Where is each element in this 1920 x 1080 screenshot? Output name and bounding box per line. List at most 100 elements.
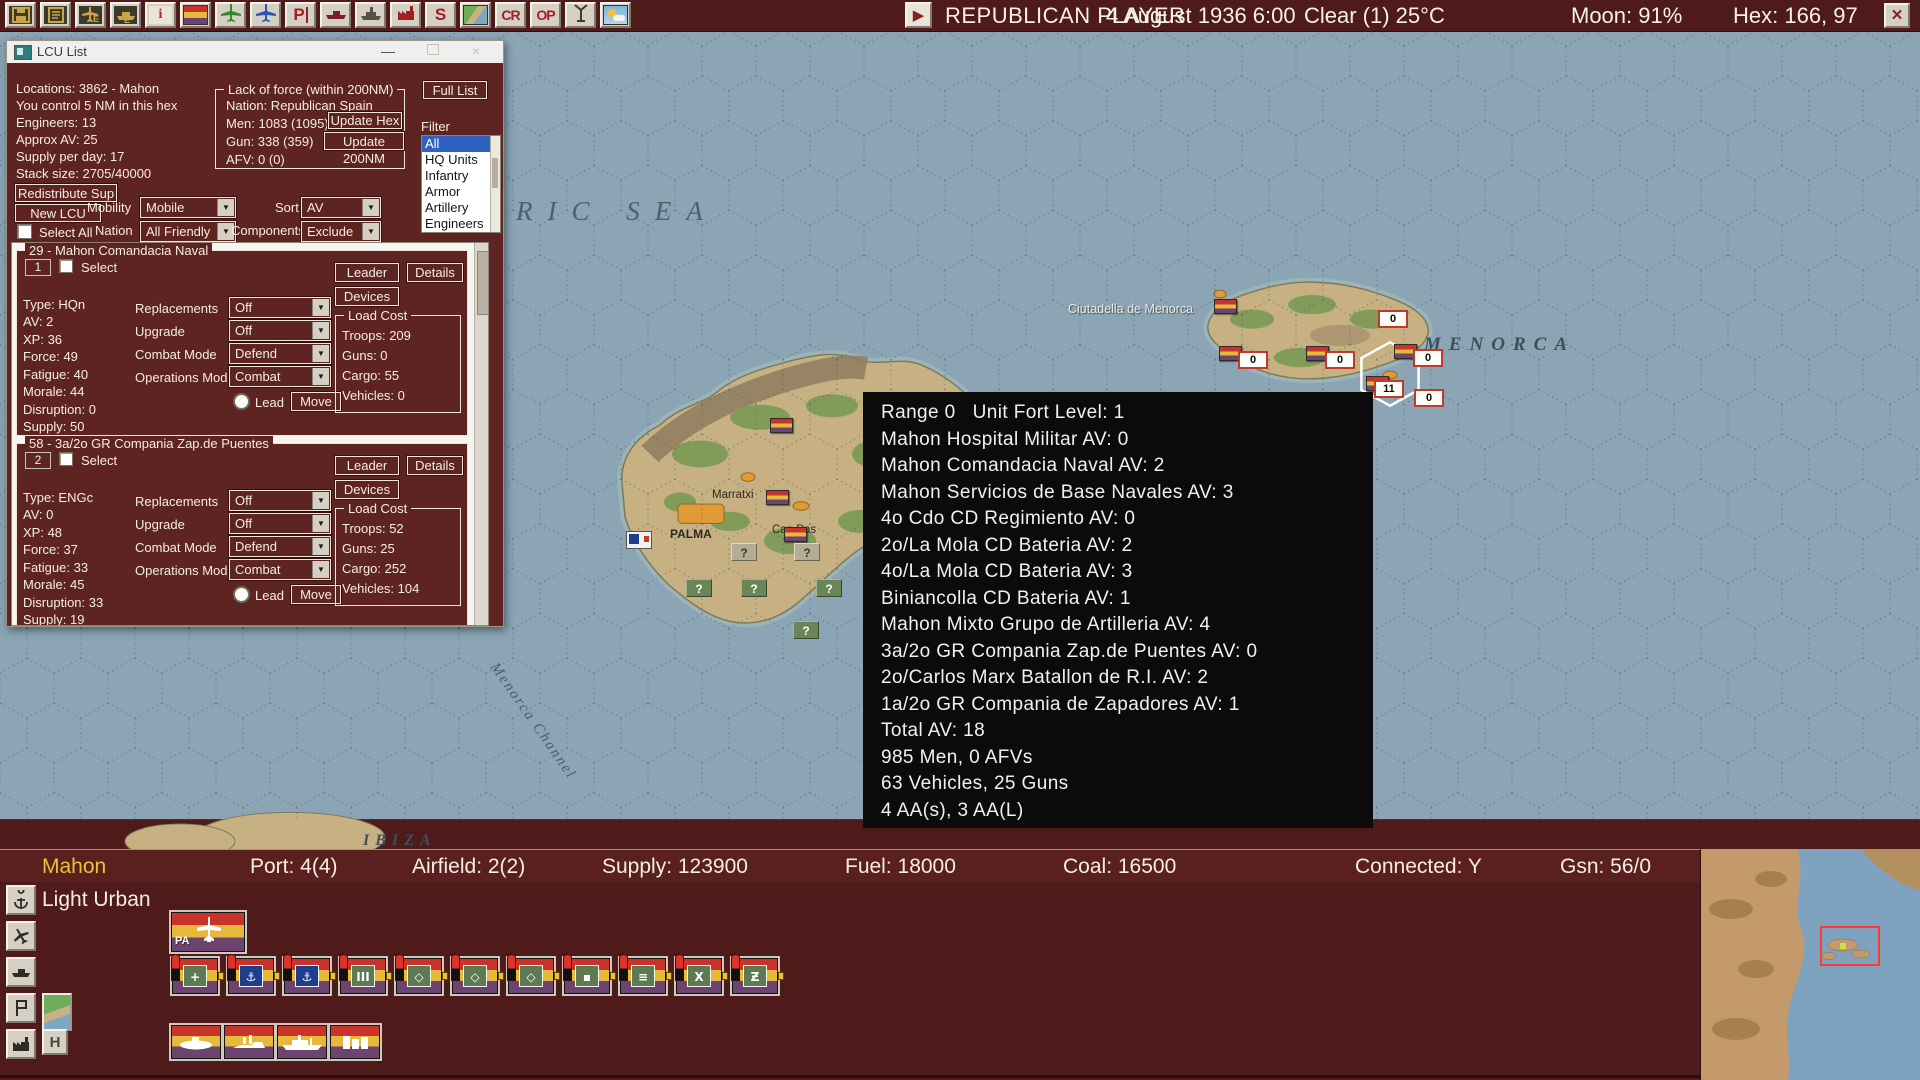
hq-button[interactable]: H <box>42 1029 68 1055</box>
ground-unit-counter[interactable]: III <box>340 958 386 994</box>
ground-unit-counter[interactable]: ◇ <box>396 958 442 994</box>
update-hex-button[interactable]: Update Hex <box>328 112 402 129</box>
turn-play-button[interactable]: ▶ <box>905 2 932 28</box>
toolbar-info-button[interactable]: i <box>145 2 176 28</box>
ground-unit-counter[interactable]: ⚓ <box>228 958 274 994</box>
chevron-down-icon[interactable]: ▼ <box>312 322 329 339</box>
chevron-down-icon[interactable]: ▼ <box>312 368 329 385</box>
sort-dropdown[interactable]: AV▼ <box>301 197 381 218</box>
toolbar-orders-button[interactable] <box>40 2 71 28</box>
ship-counter[interactable] <box>224 1025 274 1059</box>
move-button[interactable]: Move <box>291 585 341 604</box>
map-av-counter[interactable]: 0 <box>1413 349 1443 367</box>
upgrade-dropdown[interactable]: Off▼ <box>229 320 331 341</box>
select-all-checkbox[interactable] <box>17 224 32 239</box>
map-unknown-unit[interactable]: ? <box>731 543 757 561</box>
chevron-down-icon[interactable]: ▼ <box>312 561 329 578</box>
lead-radio[interactable] <box>233 393 250 410</box>
map-unknown-unit[interactable]: ? <box>686 579 712 597</box>
map-unit-flag[interactable] <box>1214 299 1237 314</box>
toolbar-weather-button[interactable] <box>600 2 631 28</box>
chevron-down-icon[interactable]: ▼ <box>362 223 379 240</box>
toolbar-air-units-button[interactable] <box>215 2 246 28</box>
map-av-counter-selected[interactable]: 11 <box>1374 380 1404 398</box>
toolbar-ship-transfer-button[interactable]: E <box>110 2 141 28</box>
replacements-dropdown[interactable]: Off▼ <box>229 490 331 511</box>
full-list-button[interactable]: Full List <box>423 81 487 99</box>
ground-unit-counter[interactable]: ≡ <box>620 958 666 994</box>
update-200nm-button[interactable]: Update 200NM <box>324 132 404 150</box>
map-unknown-unit[interactable]: ? <box>741 579 767 597</box>
filter-listbox[interactable]: All HQ Units Infantry Armor Artillery En… <box>421 135 501 233</box>
toolbar-air-transfer-button[interactable]: E <box>75 2 106 28</box>
combat-mode-dropdown[interactable]: Defend▼ <box>229 343 331 364</box>
unit-list-scrollbar[interactable] <box>474 243 489 626</box>
map-av-counter[interactable]: 0 <box>1414 389 1444 407</box>
map-unknown-unit[interactable]: ? <box>816 579 842 597</box>
components-dropdown[interactable]: Exclude▼ <box>301 221 381 242</box>
filter-item-infantry[interactable]: Infantry <box>422 168 500 184</box>
ground-unit-counter[interactable]: ◇ <box>508 958 554 994</box>
unit-select-checkbox[interactable] <box>59 259 73 273</box>
ground-unit-counter[interactable]: + <box>172 958 218 994</box>
ship-counter[interactable] <box>330 1025 380 1059</box>
chevron-down-icon[interactable]: ▼ <box>312 299 329 316</box>
devices-button[interactable]: Devices <box>335 287 399 306</box>
chevron-down-icon[interactable]: ▼ <box>362 199 379 216</box>
industry-tab-button[interactable] <box>6 1029 36 1059</box>
toolbar-ship-list-button[interactable] <box>355 2 386 28</box>
toolbar-flag-button[interactable] <box>180 2 211 28</box>
chevron-down-icon[interactable]: ▼ <box>217 199 234 216</box>
combat-mode-dropdown[interactable]: Defend▼ <box>229 536 331 557</box>
filter-item-all[interactable]: All <box>422 136 500 152</box>
ground-unit-counter[interactable]: X <box>676 958 722 994</box>
ground-unit-counter[interactable]: Ƶ <box>732 958 778 994</box>
map-av-counter[interactable]: 0 <box>1378 310 1408 328</box>
map-thumbnail[interactable] <box>42 993 72 1031</box>
nation-dropdown[interactable]: All Friendly▼ <box>140 221 236 242</box>
upgrade-dropdown[interactable]: Off▼ <box>229 513 331 534</box>
air-group-counter[interactable]: PA <box>171 912 245 952</box>
toolbar-signal-button[interactable] <box>565 2 596 28</box>
toolbar-operations-report-button[interactable]: OP <box>530 2 561 28</box>
details-button[interactable]: Details <box>407 456 463 475</box>
map-naval-counter[interactable] <box>626 531 652 549</box>
toolbar-industry-button[interactable] <box>390 2 421 28</box>
ship-counter[interactable] <box>277 1025 327 1059</box>
toolbar-terrain-button[interactable] <box>460 2 491 28</box>
lcu-window-titlebar[interactable]: LCU List — × <box>7 41 503 64</box>
map-unit-flag[interactable] <box>770 418 793 433</box>
scrollbar-thumb[interactable] <box>477 251 489 315</box>
ground-unit-counter[interactable]: ▪ <box>564 958 610 994</box>
details-button[interactable]: Details <box>407 263 463 282</box>
ground-tab-button[interactable] <box>6 993 36 1023</box>
window-close-icon[interactable]: × <box>472 43 480 59</box>
chevron-down-icon[interactable]: ▼ <box>312 538 329 555</box>
filter-item-armor[interactable]: Armor <box>422 184 500 200</box>
toolbar-task-force-button[interactable] <box>320 2 351 28</box>
maximize-icon[interactable] <box>427 44 439 55</box>
app-close-button[interactable]: × <box>1884 3 1910 28</box>
filter-scrollbar[interactable] <box>490 136 500 232</box>
naval-tab-button[interactable] <box>6 957 36 987</box>
toolbar-air-groups-button[interactable] <box>250 2 281 28</box>
ground-unit-counter[interactable]: ◇ <box>452 958 498 994</box>
leader-button[interactable]: Leader <box>335 456 399 475</box>
map-unknown-unit[interactable]: ? <box>793 621 819 639</box>
minimap[interactable] <box>1700 849 1920 1080</box>
ship-counter[interactable] <box>171 1025 221 1059</box>
chevron-down-icon[interactable]: ▼ <box>312 492 329 509</box>
chevron-down-icon[interactable]: ▼ <box>312 515 329 532</box>
toolbar-ground-units-button[interactable]: P <box>285 2 316 28</box>
map-unit-flag[interactable] <box>784 527 807 542</box>
minimize-icon[interactable]: — <box>381 43 395 59</box>
ground-unit-counter[interactable]: ⚓ <box>284 958 330 994</box>
operations-mode-dropdown[interactable]: Combat▼ <box>229 559 331 580</box>
leader-button[interactable]: Leader <box>335 263 399 282</box>
port-tab-button[interactable] <box>6 885 36 915</box>
filter-item-artillery[interactable]: Artillery <box>422 200 500 216</box>
toolbar-combat-report-button[interactable]: CR <box>495 2 526 28</box>
devices-button[interactable]: Devices <box>335 480 399 499</box>
toolbar-save-button[interactable] <box>5 2 36 28</box>
map-unit-flag[interactable] <box>766 490 789 505</box>
